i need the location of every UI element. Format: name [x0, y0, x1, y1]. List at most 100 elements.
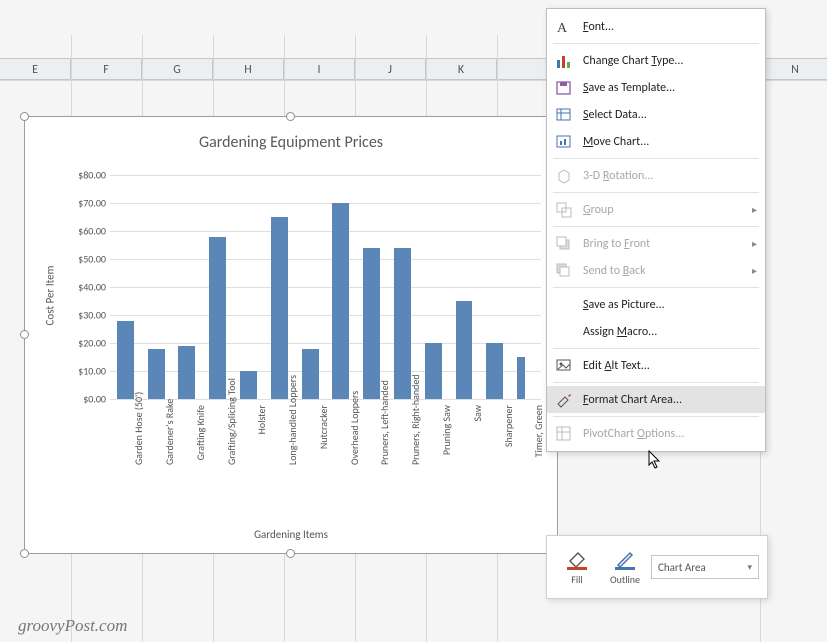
menu-item-label: Change Chart Type...	[583, 54, 683, 68]
bar[interactable]	[302, 349, 319, 399]
menu-item-change-chart-type[interactable]: Change Chart Type...	[547, 47, 765, 74]
menu-item-save-as-template[interactable]: Save as Template...	[547, 74, 765, 101]
excel-window: E F G H I J K N Gardening Equipment Pric…	[0, 0, 827, 642]
plot-area[interactable]: $0.00$10.00$20.00$30.00$40.00$50.00$60.0…	[110, 175, 541, 399]
menu-item-label: Bring to Front	[583, 237, 650, 251]
colhdr-E[interactable]: E	[0, 59, 71, 79]
menu-separator	[553, 382, 759, 383]
fill-button[interactable]: Fill	[555, 549, 599, 586]
watermark: groovyPost.com	[18, 616, 127, 636]
menu-item-edit-alt-text[interactable]: Edit Alt Text...	[547, 352, 765, 379]
bar[interactable]	[178, 346, 195, 399]
menu-item-label: Assign Macro...	[583, 325, 657, 339]
mouse-cursor-icon	[648, 450, 662, 470]
menu-item-3-d-rotation: 3-D Rotation...	[547, 162, 765, 189]
x-tick-label: Grafting/Splicing Tool	[225, 405, 238, 465]
chart-area[interactable]: Gardening Equipment Prices Cost Per Item…	[24, 116, 558, 554]
colhdr-G[interactable]: G	[142, 59, 213, 79]
y-tick-label: $20.00	[78, 337, 106, 350]
chart-title[interactable]: Gardening Equipment Prices	[25, 133, 557, 152]
bring-front-icon	[553, 233, 575, 255]
x-tick-label: Saw	[471, 405, 484, 465]
menu-item-format-chart-area[interactable]: Format Chart Area...	[547, 386, 765, 413]
colhdr-H[interactable]: H	[213, 59, 284, 79]
none-icon	[553, 321, 575, 343]
svg-text:A: A	[557, 21, 568, 36]
menu-item-label: Move Chart...	[583, 135, 649, 149]
x-tick-label: Nutcracker	[317, 405, 330, 465]
outline-button[interactable]: Outline	[603, 549, 647, 586]
bar[interactable]	[240, 371, 257, 399]
menu-item-group: Group ▸	[547, 196, 765, 223]
menu-item-label: Save as Picture...	[583, 298, 665, 312]
y-tick-label: $30.00	[78, 309, 106, 322]
chevron-right-icon: ▸	[752, 264, 757, 277]
bucket-icon	[564, 549, 590, 571]
x-tick-label: Timer, Green	[532, 405, 545, 465]
menu-separator	[553, 226, 759, 227]
menu-item-label: Send to Back	[583, 264, 646, 278]
menu-item-select-data[interactable]: Select Data...	[547, 101, 765, 128]
chevron-right-icon: ▸	[752, 237, 757, 250]
y-tick-label: $0.00	[83, 393, 106, 406]
gridline	[110, 231, 541, 232]
menu-separator	[553, 348, 759, 349]
bar[interactable]	[271, 217, 288, 399]
chart-mini-toolbar[interactable]: Fill Outline Chart Area ▾	[546, 535, 768, 599]
bar[interactable]	[486, 343, 503, 399]
gridline	[110, 371, 541, 372]
x-tick-label: Overhead Loppers	[348, 405, 361, 465]
menu-item-font[interactable]: AFont...	[547, 13, 765, 40]
y-tick-label: $70.00	[78, 197, 106, 210]
move-chart-icon	[553, 131, 575, 153]
menu-item-bring-to-front: Bring to Front ▸	[547, 230, 765, 257]
menu-item-label: Group	[583, 203, 614, 217]
colhdr-N[interactable]: N	[760, 59, 827, 79]
menu-item-pivotchart-options: PivotChart Options...	[547, 420, 765, 447]
outline-label: Outline	[610, 573, 640, 586]
bar[interactable]	[425, 343, 442, 399]
group-icon	[553, 199, 575, 221]
none-icon	[553, 294, 575, 316]
colhdr-F[interactable]: F	[71, 59, 142, 79]
gridline	[110, 259, 541, 260]
menu-item-assign-macro[interactable]: Assign Macro...	[547, 318, 765, 345]
chart-element-combo[interactable]: Chart Area ▾	[651, 555, 759, 579]
colhdr-K[interactable]: K	[426, 59, 497, 79]
gridline	[110, 287, 541, 288]
bar[interactable]	[456, 301, 473, 399]
bar[interactable]	[117, 321, 134, 399]
chevron-right-icon: ▸	[752, 203, 757, 216]
colhdr-I[interactable]: I	[284, 59, 355, 79]
bar[interactable]	[363, 248, 380, 399]
menu-separator	[553, 416, 759, 417]
menu-item-move-chart[interactable]: Move Chart...	[547, 128, 765, 155]
y-tick-label: $10.00	[78, 365, 106, 378]
gridline	[110, 203, 541, 204]
x-tick-label: Holster	[255, 405, 268, 465]
menu-separator	[553, 43, 759, 44]
x-axis-label[interactable]: Gardening Items	[25, 528, 557, 541]
alt-text-icon	[553, 355, 575, 377]
send-back-icon	[553, 260, 575, 282]
x-tick-label: Grafting Knife	[194, 405, 207, 465]
fill-label: Fill	[571, 573, 582, 586]
menu-item-label: Edit Alt Text...	[583, 359, 650, 373]
y-tick-label: $40.00	[78, 281, 106, 294]
colhdr-J[interactable]: J	[355, 59, 426, 79]
chevron-down-icon: ▾	[747, 562, 752, 573]
menu-item-save-as-picture[interactable]: Save as Picture...	[547, 291, 765, 318]
bar[interactable]	[209, 237, 226, 399]
bar[interactable]	[148, 349, 165, 399]
x-tick-label: Pruning Saw	[440, 405, 453, 465]
chart-context-menu[interactable]: AFont... Change Chart Type... Save as Temp…	[546, 8, 766, 452]
gridline	[110, 315, 541, 316]
select-data-icon	[553, 104, 575, 126]
menu-item-send-to-back: Send to Back ▸	[547, 257, 765, 284]
gridline	[110, 175, 541, 176]
menu-item-label: Save as Template...	[583, 81, 675, 95]
y-axis-label[interactable]: Cost Per Item	[43, 187, 57, 403]
bar[interactable]	[332, 203, 349, 399]
bar[interactable]	[517, 357, 525, 399]
x-tick-label: Gardener's Rake	[163, 405, 176, 465]
